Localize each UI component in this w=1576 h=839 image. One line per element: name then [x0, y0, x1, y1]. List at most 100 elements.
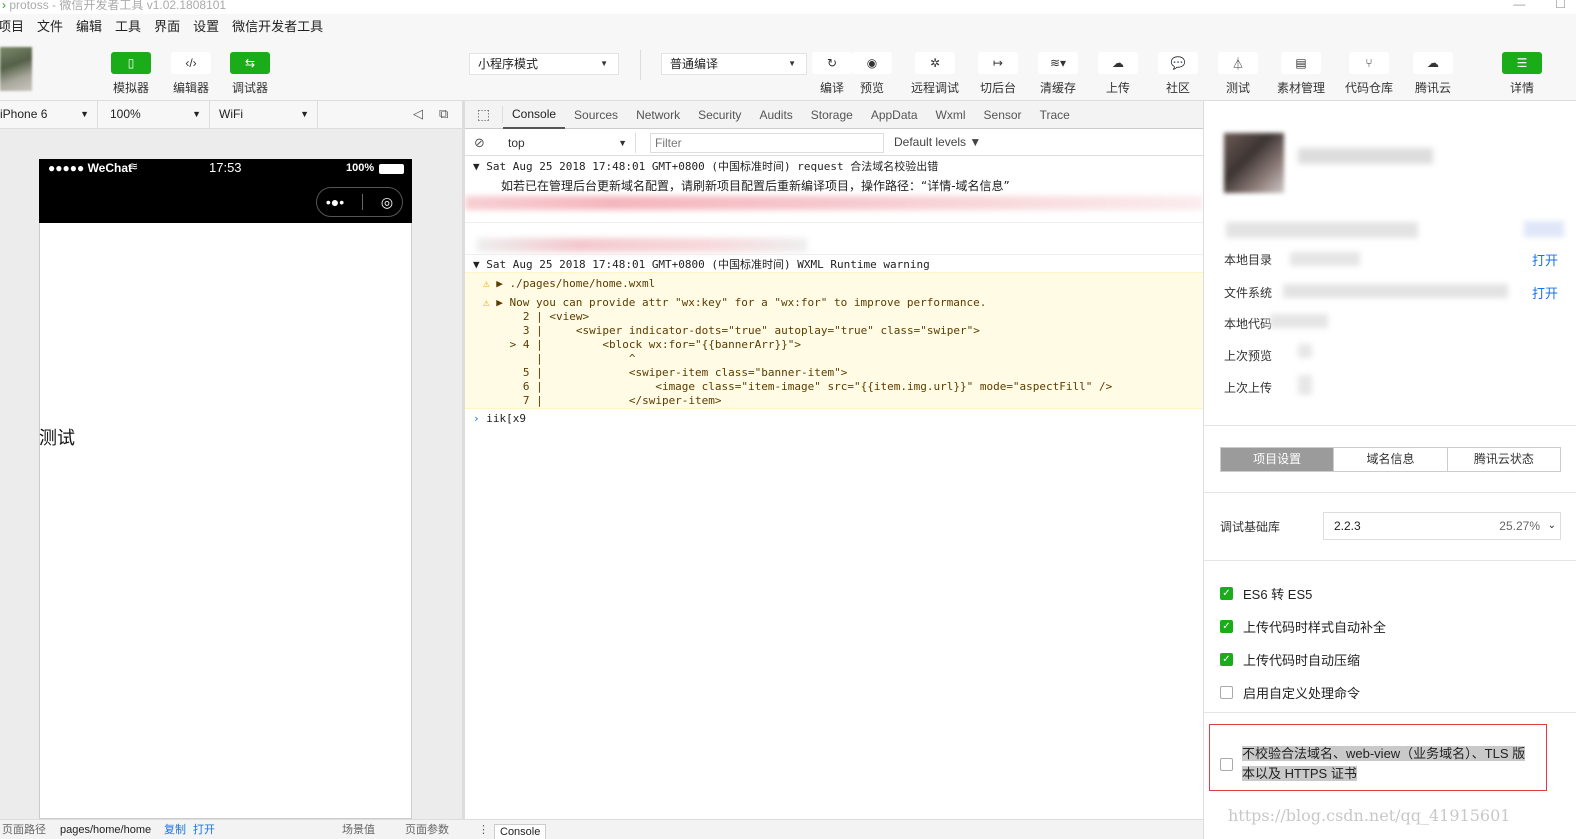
repo-button[interactable]: ⑂ 代码仓库	[1344, 52, 1394, 96]
tab-tencent-cloud-status[interactable]: 腾讯云状态	[1447, 448, 1560, 471]
remote-debug-button[interactable]: ✲ 远程调试	[910, 52, 960, 96]
code-line: 6 | <image class="item-image" src="{{ite…	[503, 380, 1113, 393]
redacted-file-system	[1283, 284, 1508, 298]
chevron-down-icon: ▼	[788, 59, 796, 68]
debug-icon: ⇆	[230, 52, 270, 74]
base-lib-select[interactable]: 2.2.3 25.27% ⌄	[1323, 512, 1561, 540]
drawer-console-tab[interactable]: Console	[494, 824, 547, 839]
scene-value[interactable]: 场景值	[342, 820, 375, 839]
branch-icon: ⑂	[1349, 52, 1389, 74]
debugger-button[interactable]: ⇆ 调试器	[230, 52, 270, 96]
zoom-select[interactable]: 100% ▼	[98, 101, 210, 129]
checkbox-unchecked-icon[interactable]	[1220, 758, 1233, 771]
warning-path[interactable]: ⚠ ▶ ./pages/home/home.wxml	[465, 277, 1203, 291]
last-upload-label: 上次上传	[1224, 381, 1273, 395]
option-autoprefix[interactable]: ✓ 上传代码时样式自动补全	[1220, 617, 1386, 636]
user-avatar[interactable]	[0, 47, 32, 91]
tab-console[interactable]: Console	[503, 101, 566, 129]
option-es6-to-es5[interactable]: ✓ ES6 转 ES5	[1220, 584, 1312, 603]
upload-button[interactable]: ☁ 上传	[1098, 52, 1138, 96]
log-entry-header[interactable]: ▼ Sat Aug 25 2018 17:48:01 GMT+0800 (中国标…	[465, 160, 1203, 174]
inspect-icon[interactable]: ⬚	[465, 106, 503, 123]
watermark: https://blog.csdn.net/qq_41915601	[1228, 806, 1511, 825]
skip-verify-label[interactable]: 不校验合法域名、web-view（业务域名）、TLS 版本以及 HTTPS 证书	[1242, 744, 1538, 784]
tab-audits[interactable]: Audits	[750, 101, 801, 129]
volume-icon[interactable]: ◁	[413, 106, 423, 122]
simulator-button[interactable]: ▯ 模拟器	[111, 52, 151, 96]
maximize-button[interactable]: ☐	[1555, 0, 1566, 10]
option-minify[interactable]: ✓ 上传代码时自动压缩	[1220, 650, 1360, 669]
cloud-upload-icon: ☁	[1098, 52, 1138, 74]
minimize-button[interactable]: —	[1513, 0, 1525, 10]
context-select[interactable]: top ▼	[500, 133, 636, 153]
tab-sensor[interactable]: Sensor	[975, 101, 1031, 129]
menu-devtools[interactable]: 微信开发者工具	[232, 14, 323, 40]
log-entry-body: 如若已在管理后台更新域名配置，请刷新项目配置后重新编译项目，操作路径：“详情-域…	[501, 179, 1010, 193]
local-code-label: 本地代码	[1224, 317, 1273, 331]
open-local-dir-link[interactable]: 打开	[1532, 250, 1558, 269]
menu-view[interactable]: 界面	[154, 14, 180, 40]
checkbox-checked-icon[interactable]: ✓	[1220, 587, 1233, 600]
tab-storage[interactable]: Storage	[802, 101, 862, 129]
menu-tools[interactable]: 工具	[115, 14, 141, 40]
device-select[interactable]: iPhone 6 ▼	[0, 101, 98, 129]
menu-file[interactable]: 文件	[37, 14, 63, 40]
network-select[interactable]: WiFi ▼	[210, 101, 318, 129]
capsule-menu[interactable]: •●• ◎	[316, 187, 403, 217]
file-system-label: 文件系统	[1224, 286, 1273, 300]
layers-icon: ≋▾	[1038, 52, 1078, 74]
menu-edit[interactable]: 编辑	[76, 14, 102, 40]
page-params[interactable]: 页面参数	[405, 820, 449, 839]
details-button[interactable]: ☰ 详情	[1502, 52, 1542, 96]
community-button[interactable]: 💬 社区	[1158, 52, 1198, 96]
log-levels-select[interactable]: Default levels ▼	[894, 135, 981, 149]
console-prompt[interactable]: › iik[x9	[465, 412, 1203, 426]
compile-mode-select[interactable]: 普通编译 ▼	[661, 53, 807, 75]
clear-console-icon[interactable]: ⊘	[474, 135, 485, 151]
folder-icon: ▤	[1281, 52, 1321, 74]
mode-select[interactable]: 小程序模式 ▼	[469, 53, 619, 75]
warning-block: ⚠ ▶ ./pages/home/home.wxml ⚠ ▶ Now you c…	[465, 272, 1203, 409]
tab-domain-info[interactable]: 域名信息	[1334, 448, 1448, 471]
preview-button[interactable]: ◉ 预览	[852, 52, 892, 96]
skip-verify-checkbox[interactable]	[1220, 758, 1233, 771]
open-path-link[interactable]: 打开	[193, 820, 215, 839]
checkbox-checked-icon[interactable]: ✓	[1220, 620, 1233, 633]
checkbox-checked-icon[interactable]: ✓	[1220, 653, 1233, 666]
more-icon[interactable]: •●•	[326, 194, 344, 210]
tab-security[interactable]: Security	[689, 101, 750, 129]
test-button[interactable]: ⏃ 测试	[1218, 52, 1258, 96]
window-title: › protoss - 微信开发者工具 v1.02.1808101	[0, 0, 1576, 14]
background-button[interactable]: ↦ 切后台	[978, 52, 1018, 96]
copy-path-link[interactable]: 复制	[164, 820, 186, 839]
assets-button[interactable]: ▤ 素材管理	[1276, 52, 1326, 96]
flask-icon: ⏃	[1218, 52, 1258, 74]
option-custom-command[interactable]: 启用自定义处理命令	[1220, 683, 1360, 702]
tab-trace[interactable]: Trace	[1031, 101, 1079, 129]
log-entry-header[interactable]: ▼ Sat Aug 25 2018 17:48:01 GMT+0800 (中国标…	[465, 258, 1203, 272]
tab-sources[interactable]: Sources	[565, 101, 627, 129]
chevron-down-icon: ▼	[618, 138, 627, 148]
tab-wxml[interactable]: Wxml	[927, 101, 975, 129]
menu-settings[interactable]: 设置	[193, 14, 219, 40]
chevron-down-icon: ▼	[80, 109, 89, 119]
popout-icon[interactable]: ⧉	[439, 106, 448, 122]
close-capsule-icon[interactable]: ◎	[381, 194, 393, 211]
tab-project-settings[interactable]: 项目设置	[1221, 448, 1335, 471]
open-file-system-link[interactable]: 打开	[1532, 283, 1558, 302]
clear-cache-button[interactable]: ≋▾ 清缓存	[1038, 52, 1078, 96]
tab-appdata[interactable]: AppData	[862, 101, 927, 129]
checkbox-unchecked-icon[interactable]	[1220, 686, 1233, 699]
compile-button[interactable]: ↻ 编译	[812, 52, 852, 96]
warning-message[interactable]: ⚠ ▶ Now you can provide attr "wx:key" fo…	[465, 296, 1203, 310]
filter-input[interactable]	[650, 133, 884, 153]
chevron-down-icon: ▼	[300, 109, 309, 119]
page-content-text: 测试	[39, 428, 75, 448]
tencent-cloud-button[interactable]: ☁ 腾讯云	[1413, 52, 1453, 96]
editor-button[interactable]: ‹/› 编辑器	[171, 52, 211, 96]
code-line: 2 | <view>	[503, 310, 590, 323]
tab-network[interactable]: Network	[627, 101, 689, 129]
menu-project[interactable]: 项目	[0, 14, 24, 40]
menu-icon: ☰	[1502, 52, 1542, 74]
drawer-menu-icon[interactable]: ⋮	[478, 820, 489, 839]
